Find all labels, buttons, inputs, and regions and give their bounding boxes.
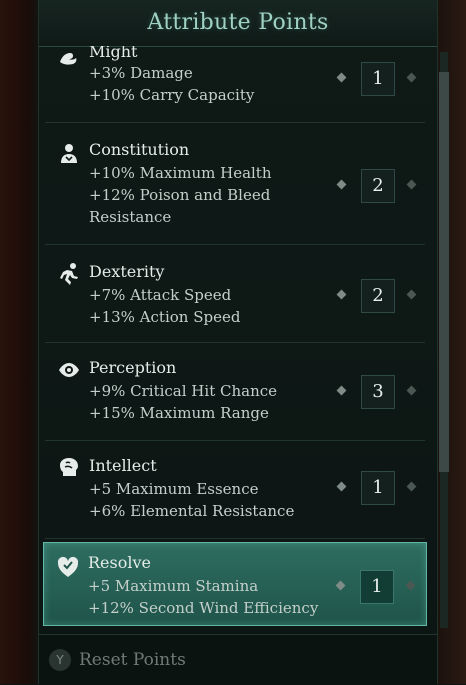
attribute-value: 2 bbox=[361, 169, 395, 203]
page-title: Attribute Points bbox=[147, 10, 329, 35]
reset-points-button[interactable]: Reset Points bbox=[79, 650, 186, 670]
attribute-value: 3 bbox=[361, 375, 395, 409]
attribute-bonus: +5 Maximum Essence bbox=[89, 480, 259, 498]
attribute-intellect[interactable]: Intellect +5 Maximum Essence +6% Element… bbox=[45, 442, 425, 539]
increase-button[interactable] bbox=[405, 384, 419, 398]
attribute-value: 1 bbox=[361, 62, 395, 96]
running-figure-icon bbox=[57, 262, 81, 286]
attribute-dexterity[interactable]: Dexterity +7% Attack Speed +13% Action S… bbox=[45, 246, 425, 343]
increase-button[interactable] bbox=[404, 579, 418, 593]
attribute-value: 1 bbox=[361, 471, 395, 505]
attribute-bonus: +10% Maximum Health bbox=[89, 164, 272, 182]
increase-button[interactable] bbox=[405, 178, 419, 192]
attribute-name: Might bbox=[89, 46, 138, 61]
attribute-bonus: +12% Second Wind Efficiency bbox=[88, 599, 319, 617]
decrease-button[interactable] bbox=[335, 178, 349, 192]
attribute-bonus: +5 Maximum Stamina bbox=[88, 577, 259, 595]
heart-shield-icon bbox=[56, 555, 80, 579]
attribute-might[interactable]: Might +3% Damage +10% Carry Capacity 1 bbox=[45, 46, 425, 123]
flexed-arm-icon bbox=[57, 46, 81, 70]
attribute-name: Constitution bbox=[89, 140, 190, 159]
increase-button[interactable] bbox=[405, 288, 419, 302]
decrease-button[interactable] bbox=[335, 71, 349, 85]
attribute-panel: Attribute Points Might +3% Damage +10% C… bbox=[38, 0, 449, 685]
attribute-value: 1 bbox=[360, 570, 394, 604]
y-button-icon[interactable]: Y bbox=[49, 649, 71, 671]
attribute-bonus: +7% Attack Speed bbox=[89, 286, 232, 304]
attribute-list: Might +3% Damage +10% Carry Capacity 1 C… bbox=[39, 46, 437, 634]
attribute-name: Dexterity bbox=[89, 262, 165, 281]
attribute-name: Perception bbox=[89, 358, 177, 377]
attribute-bonus: +3% Damage bbox=[89, 64, 193, 82]
attribute-constitution[interactable]: Constitution +10% Maximum Health +12% Po… bbox=[45, 124, 425, 245]
attribute-bonus: Resistance bbox=[89, 208, 172, 226]
scrollbar[interactable] bbox=[437, 52, 451, 628]
attribute-bonus: +6% Elemental Resistance bbox=[89, 502, 295, 520]
head-brain-icon bbox=[57, 456, 81, 480]
attribute-value: 2 bbox=[361, 279, 395, 313]
background-left bbox=[0, 0, 40, 684]
attribute-name: Resolve bbox=[88, 553, 151, 572]
decrease-button[interactable] bbox=[334, 579, 348, 593]
decrease-button[interactable] bbox=[335, 480, 349, 494]
attribute-name: Intellect bbox=[89, 456, 157, 475]
panel-header: Attribute Points bbox=[39, 0, 437, 47]
decrease-button[interactable] bbox=[335, 384, 349, 398]
eye-icon bbox=[57, 358, 81, 382]
panel-footer: Y Reset Points bbox=[39, 634, 437, 685]
attribute-bonus: +15% Maximum Range bbox=[89, 404, 269, 422]
scroll-thumb[interactable] bbox=[439, 72, 449, 472]
decrease-button[interactable] bbox=[335, 288, 349, 302]
attribute-bonus: +13% Action Speed bbox=[89, 308, 241, 326]
attribute-resolve[interactable]: Resolve +5 Maximum Stamina +12% Second W… bbox=[43, 542, 427, 626]
attribute-bonus: +9% Critical Hit Chance bbox=[89, 382, 278, 400]
increase-button[interactable] bbox=[405, 71, 419, 85]
attribute-perception[interactable]: Perception +9% Critical Hit Chance +15% … bbox=[45, 344, 425, 441]
increase-button[interactable] bbox=[405, 480, 419, 494]
attribute-bonus: +10% Carry Capacity bbox=[89, 86, 255, 104]
torso-icon bbox=[57, 142, 81, 166]
attribute-bonus: +12% Poison and Bleed bbox=[89, 186, 271, 204]
